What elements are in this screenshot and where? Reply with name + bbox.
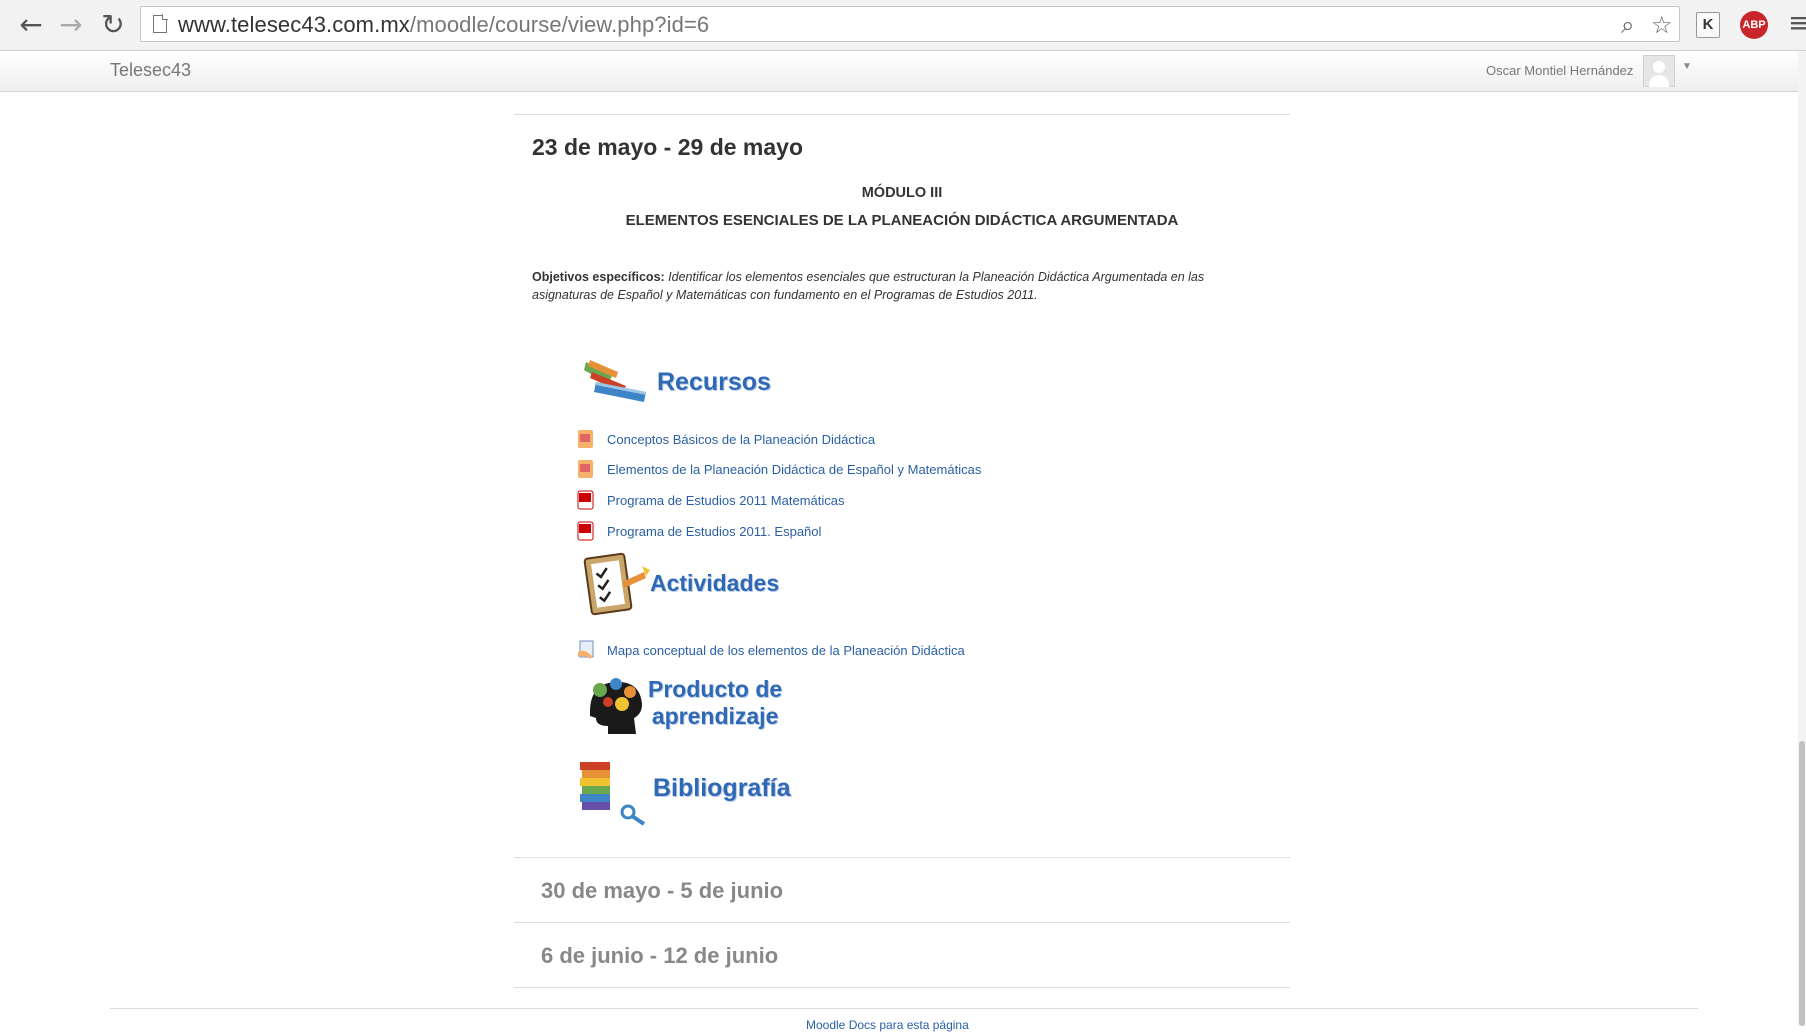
chevron-down-icon[interactable]: ▼ bbox=[1682, 61, 1692, 72]
extension-k-icon[interactable]: K bbox=[1696, 12, 1720, 38]
user-name[interactable]: Oscar Montiel Hernández bbox=[1486, 63, 1633, 78]
site-navbar: Telesec43 Oscar Montiel Hernández ▼ bbox=[0, 51, 1798, 92]
head-gears-icon bbox=[590, 678, 642, 734]
assignment-icon bbox=[578, 640, 594, 659]
adblock-plus-icon[interactable]: ABP bbox=[1740, 11, 1768, 39]
page-icon bbox=[153, 14, 168, 33]
powerpoint-icon bbox=[578, 460, 593, 478]
hamburger-menu-icon[interactable]: ≡ bbox=[1788, 6, 1806, 39]
resource-label[interactable]: Conceptos Básicos de la Planeación Didác… bbox=[607, 432, 875, 447]
powerpoint-icon bbox=[578, 430, 593, 448]
section-title: 23 de mayo - 29 de mayo bbox=[532, 134, 804, 160]
section-divider bbox=[514, 987, 1290, 988]
producto-heading: Producto de aprendizaje bbox=[648, 676, 782, 730]
section-divider bbox=[514, 114, 1290, 115]
producto-heading-line1: Producto de bbox=[648, 676, 783, 702]
module-heading: MÓDULO III bbox=[861, 185, 943, 201]
resource-label[interactable]: Programa de Estudios 2011. Español bbox=[607, 524, 821, 539]
book-stack-icon bbox=[580, 762, 646, 826]
bookmark-star-icon[interactable]: ☆ bbox=[1651, 11, 1673, 39]
books-icon bbox=[584, 360, 646, 402]
forward-arrow-icon[interactable]: → bbox=[56, 8, 86, 42]
clipboard-icon bbox=[583, 552, 650, 616]
scrollbar-thumb[interactable] bbox=[1799, 741, 1805, 1026]
producto-heading-line2: aprendizaje bbox=[651, 703, 779, 729]
url-path: /moodle/course/view.php?id=6 bbox=[409, 12, 710, 37]
scrollbar[interactable] bbox=[1798, 51, 1806, 1026]
recursos-heading: Recursos bbox=[657, 368, 771, 396]
week-section-title[interactable]: 6 de junio - 12 de junio bbox=[541, 943, 778, 969]
url-host: www.telesec43.com.mx bbox=[178, 12, 410, 37]
url-text[interactable]: www.telesec43.com.mx/moodle/course/view.… bbox=[178, 12, 709, 38]
bibliografia-heading: Bibliografía bbox=[653, 774, 791, 802]
back-arrow-icon[interactable]: ← bbox=[16, 8, 46, 42]
module-subtitle: ELEMENTOS ESENCIALES DE LA PLANEACIÓN DI… bbox=[625, 212, 1179, 229]
section-divider bbox=[514, 922, 1290, 923]
objectives-paragraph: Objetivos específicos: Identificar los e… bbox=[532, 268, 1272, 304]
magnifier-icon[interactable]: ⌕ bbox=[1621, 11, 1634, 39]
week-section-title[interactable]: 30 de mayo - 5 de junio bbox=[541, 878, 783, 904]
resource-label[interactable]: Programa de Estudios 2011 Matemáticas bbox=[607, 493, 845, 508]
activity-label[interactable]: Mapa conceptual de los elementos de la P… bbox=[607, 643, 965, 658]
footer-divider bbox=[110, 1008, 1698, 1009]
moodle-docs-link[interactable]: Moodle Docs para esta página bbox=[806, 1018, 969, 1032]
reload-icon[interactable]: ↻ bbox=[98, 8, 128, 42]
pdf-icon bbox=[577, 521, 594, 541]
browser-toolbar: ← → ↻ www.telesec43.com.mx/moodle/course… bbox=[0, 0, 1806, 51]
address-bar[interactable]: www.telesec43.com.mx/moodle/course/view.… bbox=[140, 6, 1680, 42]
pdf-icon bbox=[577, 490, 594, 510]
resource-label[interactable]: Elementos de la Planeación Didáctica de … bbox=[607, 462, 981, 477]
avatar[interactable] bbox=[1643, 55, 1675, 87]
site-brand[interactable]: Telesec43 bbox=[110, 60, 191, 81]
objectives-label: Objetivos específicos: bbox=[532, 270, 665, 284]
actividades-heading: Actividades bbox=[650, 570, 780, 596]
section-divider bbox=[514, 857, 1290, 858]
